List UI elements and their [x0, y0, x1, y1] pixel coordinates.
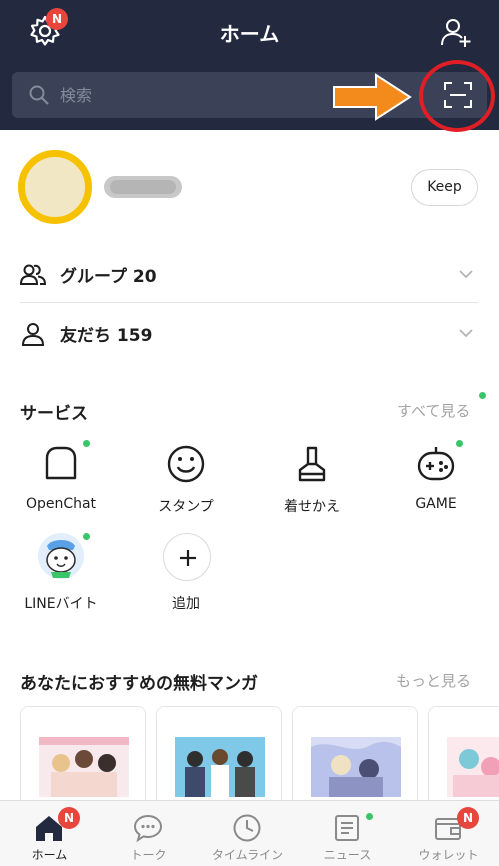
tab-talk[interactable]: トーク: [99, 801, 198, 866]
theme-brush-icon: [298, 446, 326, 482]
service-label: 着せかえ: [284, 499, 340, 515]
tab-timeline[interactable]: タイムライン: [198, 801, 297, 866]
services-see-all-link[interactable]: すべて見る: [397, 400, 470, 421]
add-friend-icon[interactable]: [440, 16, 472, 48]
line-baito-new-dot: [83, 533, 90, 540]
news-new-dot: [366, 813, 373, 820]
service-line-baito[interactable]: LINEバイト: [11, 533, 111, 615]
profile-avatar[interactable]: [18, 150, 92, 224]
page-title: ホーム: [219, 22, 280, 46]
service-label: LINEバイト: [24, 596, 98, 612]
tab-news[interactable]: ニュース: [298, 801, 397, 866]
groups-label: グループ 20: [60, 267, 157, 287]
service-label: OpenChat: [25, 496, 97, 512]
game-controller-icon: [417, 447, 455, 481]
friends-row[interactable]: 友だち 159: [20, 303, 478, 363]
chevron-down-icon: [459, 270, 473, 279]
chat-bubble-icon: [133, 814, 163, 843]
service-label: スタンプ: [158, 499, 214, 515]
service-add-label-wrap: 追加: [136, 535, 236, 615]
tab-wallet[interactable]: N ウォレット: [399, 801, 498, 866]
tab-label: ウォレット: [418, 848, 479, 862]
service-label: 追加: [172, 596, 200, 612]
keep-button[interactable]: Keep: [411, 169, 478, 206]
clock-icon: [233, 814, 261, 842]
service-sticker[interactable]: スタンプ: [136, 444, 236, 524]
tab-label: ホーム: [31, 848, 68, 862]
bottom-tab-bar: N ホーム トーク タイムライン ニュース N ウォレット: [0, 800, 499, 866]
tab-label: トーク: [130, 848, 167, 862]
groups-row[interactable]: グループ 20: [20, 244, 478, 304]
service-game[interactable]: GAME: [386, 440, 486, 524]
chevron-down-icon: [459, 329, 473, 338]
manga-cover-image: [311, 737, 401, 797]
manga-more-link[interactable]: もっと見る: [396, 670, 471, 691]
manga-title: あなたにおすすめの無料マンガ: [20, 674, 258, 694]
tab-label: ニュース: [323, 848, 372, 862]
friend-icon: [21, 323, 45, 346]
annotation-arrow: [333, 73, 412, 121]
service-theme[interactable]: 着せかえ: [262, 444, 362, 524]
sticker-icon: [167, 445, 205, 483]
friends-label: 友だち 159: [60, 326, 153, 346]
wallet-new-badge: N: [457, 807, 479, 829]
home-new-badge: N: [58, 807, 80, 829]
manga-cover-image: [447, 737, 499, 797]
openchat-icon: [45, 446, 77, 480]
news-icon: [335, 815, 359, 841]
services-new-dot: [479, 392, 486, 399]
tab-label: タイムライン: [211, 848, 284, 862]
manga-cover-image: [39, 737, 129, 797]
search-bar[interactable]: [12, 72, 487, 118]
tab-home[interactable]: N ホーム: [0, 801, 99, 866]
services-title: サービス: [20, 404, 88, 424]
top-bar: N ホーム: [0, 0, 499, 132]
manga-cover-image: [175, 737, 265, 797]
line-baito-icon: [38, 533, 84, 579]
game-new-dot: [456, 440, 463, 447]
search-input[interactable]: [60, 72, 320, 118]
search-icon: [29, 85, 49, 105]
profile-name-redacted: [104, 176, 182, 198]
openchat-new-dot: [83, 440, 90, 447]
service-label: GAME: [415, 496, 457, 512]
service-openchat[interactable]: OpenChat: [11, 440, 111, 524]
annotation-circle: [419, 60, 495, 132]
group-icon: [20, 264, 46, 285]
